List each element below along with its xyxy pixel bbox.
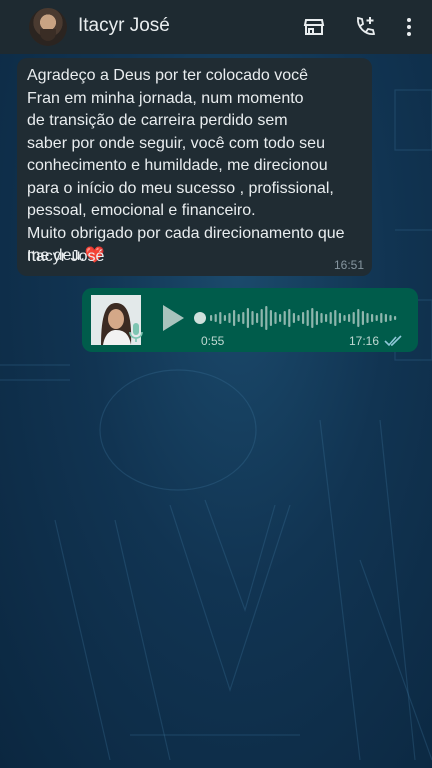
chat-header: Itacyr José	[0, 0, 432, 54]
waveform-bar	[352, 312, 355, 324]
waveform-bar	[246, 308, 249, 328]
waveform-bar	[315, 311, 318, 325]
message-signature: Itacyr José	[27, 248, 105, 265]
waveform-bar	[371, 314, 374, 322]
message-time: 17:16	[349, 334, 380, 348]
waveform-bar	[338, 313, 341, 323]
waveform-bar	[288, 309, 291, 327]
waveform-bar	[242, 312, 245, 324]
playback-position-dot[interactable]	[194, 312, 206, 324]
waveform-bar	[361, 311, 364, 325]
waveform-bar	[325, 314, 328, 322]
outgoing-voice-message[interactable]: 0:55 17:16	[82, 288, 418, 352]
waveform-bar	[233, 310, 236, 326]
waveform-bar	[329, 312, 332, 324]
waveform-bar	[297, 315, 300, 321]
voice-waveform[interactable]	[194, 305, 404, 331]
waveform-bar	[265, 306, 268, 330]
waveform-bar	[223, 315, 226, 321]
waveform-bar	[256, 313, 259, 323]
waveform-bar	[389, 315, 392, 321]
waveform-bar	[375, 315, 378, 321]
waveform-bar	[210, 315, 213, 321]
waveform-bar	[311, 308, 314, 328]
contact-name[interactable]: Itacyr José	[78, 15, 170, 37]
waveform-bar	[292, 313, 295, 323]
waveform-bar	[306, 310, 309, 326]
waveform-bar	[348, 314, 351, 322]
voice-duration: 0:55	[201, 334, 225, 348]
store-icon[interactable]	[302, 15, 326, 39]
waveform-bar	[274, 312, 277, 324]
waveform-bar	[366, 313, 369, 323]
more-vert-icon[interactable]	[397, 15, 421, 39]
waveform-bar	[302, 312, 305, 324]
contact-avatar[interactable]	[29, 8, 67, 46]
waveform-bar	[384, 314, 387, 322]
waveform-bar	[228, 313, 231, 323]
waveform-bar	[394, 316, 397, 320]
waveform-bar	[260, 309, 263, 327]
waveform-bar	[357, 309, 360, 327]
waveform-bar	[283, 311, 286, 325]
waveform-bar	[380, 313, 383, 323]
waveform-bar	[320, 313, 323, 323]
waveform-bar	[237, 314, 240, 322]
waveform-bar	[343, 315, 346, 321]
play-icon[interactable]	[160, 303, 186, 333]
waveform-bar	[251, 311, 254, 325]
message-text: Agradeço a Deus por ter colocado você Fr…	[27, 67, 345, 264]
waveform-bar	[214, 314, 217, 322]
mic-icon	[129, 323, 143, 342]
incoming-message[interactable]: Agradeço a Deus por ter colocado você Fr…	[17, 58, 372, 276]
avatar-beard-shape	[40, 29, 56, 41]
waveform-bar	[334, 310, 337, 326]
waveform-bar	[219, 312, 222, 324]
read-double-check-icon	[384, 335, 402, 347]
add-call-icon[interactable]	[353, 15, 377, 39]
message-time: 16:51	[333, 258, 364, 272]
waveform-bar	[279, 314, 282, 322]
waveform-bar	[269, 310, 272, 326]
